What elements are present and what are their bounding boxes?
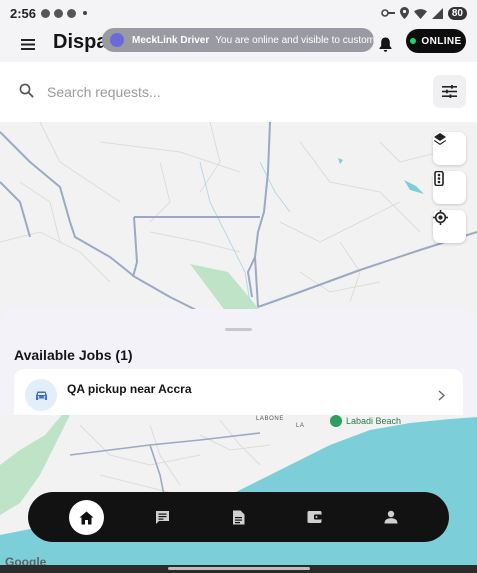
bell-icon [379, 37, 391, 52]
nav-documents[interactable] [222, 501, 254, 533]
notification-icon [54, 8, 64, 18]
menu-button[interactable] [16, 33, 40, 55]
map-label-la: LA [296, 423, 305, 429]
toast-message: You are online and visible to customers. [215, 34, 374, 46]
document-icon [232, 510, 244, 524]
sheet-drag-handle[interactable] [225, 328, 252, 331]
online-status-toggle[interactable]: ONLINE [406, 29, 466, 53]
map-my-location-button[interactable] [433, 210, 466, 243]
notification-icon [67, 8, 77, 18]
online-toast: MeckLink Driver You are online and visib… [102, 28, 374, 52]
gesture-handle[interactable] [168, 567, 310, 570]
location-icon [399, 7, 409, 19]
online-status-label: ONLINE [421, 35, 462, 47]
car-icon [25, 379, 57, 411]
notification-icon [41, 8, 51, 18]
map-label-beach[interactable]: Labadi Beach [346, 416, 401, 426]
my-location-icon [433, 210, 448, 225]
app-logo-icon [110, 33, 124, 47]
search-bar [0, 62, 477, 122]
chevron-right-icon [438, 390, 445, 401]
more-notifications-icon [83, 11, 88, 15]
filter-button[interactable] [433, 75, 466, 108]
map-view[interactable] [0, 122, 477, 320]
job-title: QA pickup near Accra [67, 382, 192, 396]
map-roads [0, 122, 477, 320]
menu-icon [21, 38, 35, 50]
beach-pin-icon[interactable] [330, 415, 342, 427]
online-dot-icon [410, 38, 417, 44]
signal-icon [431, 7, 443, 19]
wifi-icon [413, 8, 427, 19]
map-label-labone: LABONE [256, 416, 284, 422]
nav-home[interactable] [69, 500, 104, 535]
jobs-bottom-sheet: Available Jobs (1) QA pickup near Accra [0, 309, 477, 415]
nav-wallet[interactable] [298, 501, 330, 533]
bottom-navigation [28, 492, 449, 542]
nav-profile[interactable] [375, 501, 407, 533]
wallet-icon [307, 511, 321, 523]
notifications-button[interactable] [374, 32, 396, 56]
battery-level: 80 [447, 6, 467, 20]
toast-app-name: MeckLink Driver [132, 34, 210, 46]
available-jobs-title: Available Jobs (1) [14, 347, 133, 363]
layers-icon [434, 133, 446, 145]
status-indicators: 80 [381, 6, 467, 20]
job-card[interactable]: QA pickup near Accra [14, 369, 463, 415]
search-input[interactable] [47, 81, 407, 103]
filter-sliders-icon [442, 85, 457, 98]
person-icon [384, 510, 398, 524]
search-icon [19, 83, 34, 98]
map-layers-button[interactable] [433, 132, 466, 165]
nav-messages[interactable] [146, 501, 178, 533]
home-icon [79, 511, 94, 524]
traffic-icon [434, 171, 444, 186]
status-time: 2:56 [10, 5, 37, 21]
chat-icon [155, 510, 169, 524]
vpn-key-icon [381, 9, 395, 17]
status-bar: 2:56 80 [0, 0, 477, 26]
map-traffic-button[interactable] [433, 171, 466, 204]
system-gesture-bar [0, 565, 477, 573]
